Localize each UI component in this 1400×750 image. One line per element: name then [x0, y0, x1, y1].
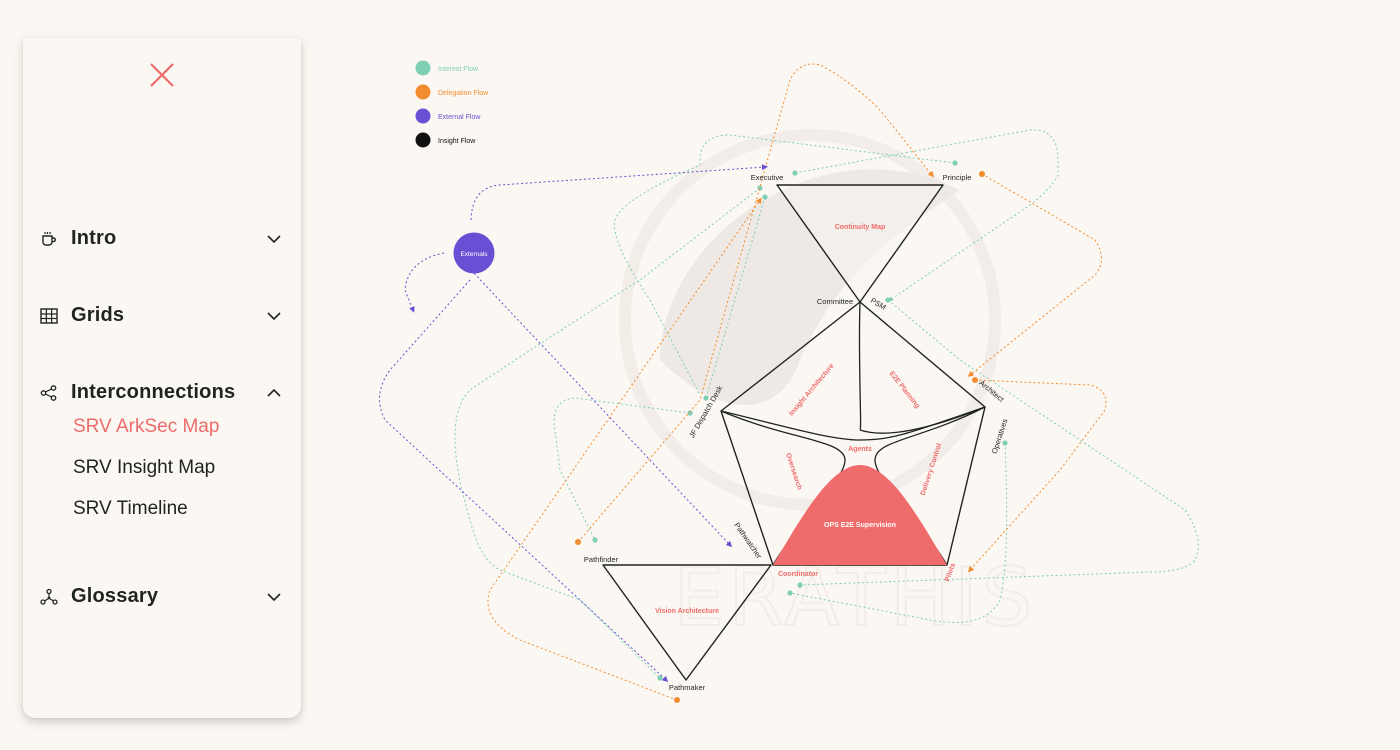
- vision-architecture-label: Vision Architecture: [655, 608, 719, 615]
- legend-external-dot: [415, 108, 431, 124]
- arksec-diagram: ERATHIS Interest Flow Delegation Flow Ex…: [379, 60, 1199, 703]
- node-psm[interactable]: PSM: [869, 296, 888, 312]
- oversearch-label: Oversearch: [784, 452, 803, 491]
- externals-label: Externals: [460, 251, 488, 258]
- legend: Interest Flow Delegation Flow External F…: [415, 60, 489, 148]
- node-executive[interactable]: Executive: [751, 173, 784, 182]
- node-pathmaker[interactable]: Pathmaker: [669, 683, 706, 692]
- agents-label: Agents: [848, 446, 872, 453]
- node-coordinator[interactable]: Coordinator: [778, 571, 818, 578]
- node-principle[interactable]: Principle: [943, 173, 972, 182]
- legend-insight-dot: [415, 132, 431, 148]
- externals-node[interactable]: Externals: [453, 232, 495, 274]
- legend-delegation-label: Delegation Flow: [438, 90, 489, 97]
- legend-interest-dot: [415, 60, 431, 76]
- legend-external-label: External Flow: [438, 114, 481, 121]
- continuity-map-label: Continuity Map: [835, 224, 886, 231]
- legend-insight-label: Insight Flow: [438, 138, 476, 145]
- legend-interest-label: Interest Flow: [438, 66, 479, 73]
- node-operatives[interactable]: Operatives: [990, 417, 1010, 455]
- node-committee[interactable]: Committee: [817, 297, 853, 306]
- e2e-planning-label: E2E Planning: [888, 370, 921, 410]
- ops-supervision-label: OPS E2E Supervision: [824, 522, 896, 529]
- legend-delegation-dot: [415, 84, 431, 100]
- node-pathfinder[interactable]: Pathfinder: [584, 555, 619, 564]
